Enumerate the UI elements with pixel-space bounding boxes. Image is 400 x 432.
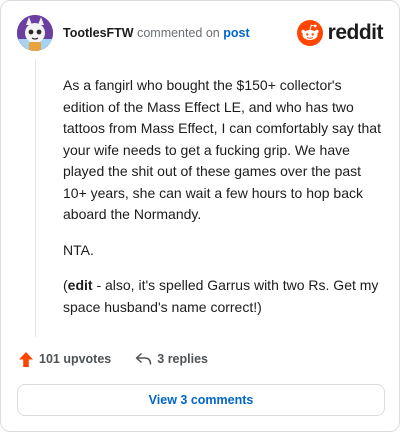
upvote-count: 101 upvotes — [39, 352, 112, 366]
reply-icon — [136, 352, 152, 365]
reply-count: 3 replies — [157, 352, 208, 366]
comment-actions: 101 upvotes 3 replies — [18, 349, 208, 369]
view-comments-button[interactable]: View 3 comments — [17, 384, 385, 416]
comment-paragraph: As a fangirl who bought the $150+ collec… — [63, 77, 381, 222]
replies-button[interactable]: 3 replies — [135, 352, 208, 366]
brand-wordmark: reddit — [327, 21, 384, 44]
username-link[interactable]: TootlesFTW — [63, 26, 134, 40]
avatar[interactable] — [17, 15, 53, 51]
action-text: commented on — [137, 26, 220, 40]
upvote-button[interactable]: 101 upvotes — [18, 351, 111, 368]
reddit-logo[interactable]: reddit — [296, 19, 384, 47]
thread-line — [35, 59, 36, 337]
edit-text: - also, it's spelled Garrus with two Rs.… — [63, 277, 379, 315]
comment-body: As a fangirl who bought the $150+ collec… — [63, 75, 381, 332]
post-link[interactable]: post — [223, 26, 249, 40]
upvote-arrow-icon — [19, 351, 33, 367]
comment-header: TootlesFTW commented on post reddit — [17, 15, 384, 51]
reddit-snoo-icon — [296, 20, 323, 46]
avatar-icon — [17, 15, 53, 51]
embedded-comment-card: TootlesFTW commented on post reddit As a… — [0, 0, 400, 432]
comment-paragraph: (edit - also, it's spelled Garrus with t… — [63, 275, 381, 318]
comment-paragraph: NTA. — [63, 241, 94, 258]
comment-meta: TootlesFTW commented on post — [63, 25, 250, 41]
edit-label: edit — [67, 277, 93, 293]
